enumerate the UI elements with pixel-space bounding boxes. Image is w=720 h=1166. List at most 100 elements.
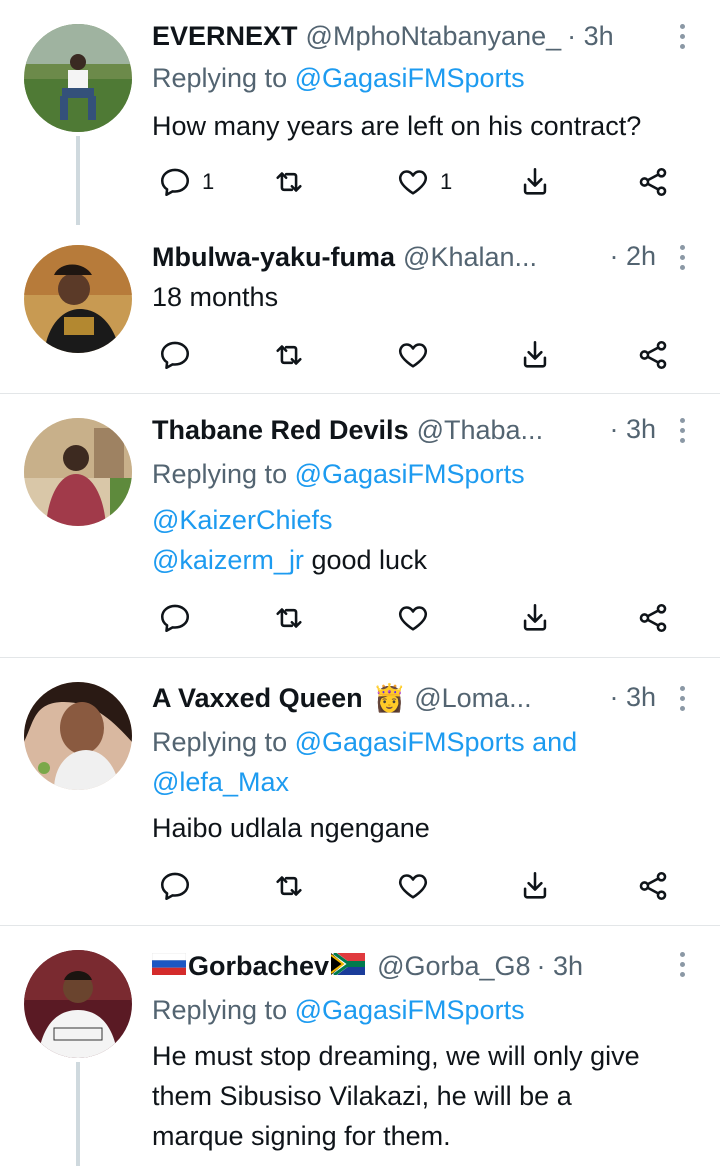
tweet[interactable]: Thabane Red Devils @Thaba... · 3h Replyi… (0, 394, 720, 658)
download-button[interactable] (518, 866, 552, 906)
thread-line (76, 1062, 80, 1166)
more-icon[interactable] (680, 245, 686, 275)
mention-link[interactable]: @GagasiFMSports (295, 459, 525, 489)
avatar[interactable] (24, 418, 132, 526)
timestamp[interactable]: · 3h (537, 951, 584, 982)
display-name[interactable]: Thabane Red Devils (152, 415, 409, 446)
retweet-button[interactable] (272, 335, 306, 375)
timestamp[interactable]: · 2h (609, 241, 656, 272)
more-icon[interactable] (680, 24, 686, 54)
avatar[interactable] (24, 950, 132, 1058)
user-handle[interactable]: @Loma... (414, 683, 531, 714)
tweet-header: EVERNEXT @MphoNtabanyane_ · 3h (152, 16, 680, 56)
download-button[interactable] (518, 598, 552, 638)
tweet[interactable]: EVERNEXT @MphoNtabanyane_ · 3h Replying … (0, 0, 720, 225)
like-button[interactable]: 1 (396, 162, 452, 202)
download-button[interactable] (518, 162, 552, 202)
like-icon (398, 343, 428, 368)
more-icon[interactable] (680, 418, 686, 448)
action-bar: 1 1 (152, 162, 692, 202)
like-button[interactable] (396, 598, 430, 638)
display-name[interactable]: Mbulwa-yaku-fuma (152, 242, 395, 273)
timestamp[interactable]: · 3h (567, 21, 614, 52)
mention-link[interactable]: @kaizerm_jr (152, 545, 304, 575)
share-button[interactable] (636, 162, 670, 202)
reply-button[interactable] (158, 598, 192, 638)
retweet-button[interactable] (272, 866, 306, 906)
user-handle[interactable]: @Gorba_G8 (377, 951, 530, 982)
display-name[interactable]: EVERNEXT (152, 21, 298, 52)
mention-link[interactable]: @GagasiFMSports (295, 995, 525, 1025)
action-bar (152, 598, 692, 638)
reply-button[interactable] (158, 335, 192, 375)
retweet-button[interactable] (272, 598, 306, 638)
tweet-header: A Vaxxed Queen 👸 @Loma... (152, 678, 680, 718)
reply-button[interactable] (158, 866, 192, 906)
tweet-text: Haibo udlala ngengane (152, 813, 430, 843)
share-button[interactable] (636, 335, 670, 375)
retweet-icon (276, 608, 302, 628)
avatar[interactable] (24, 24, 132, 132)
replying-label: Replying to (152, 995, 295, 1025)
more-icon[interactable] (680, 686, 686, 716)
replying-to: Replying to @GagasiFMSports (152, 58, 700, 98)
replying-label: Replying to (152, 459, 295, 489)
replying-to: Replying to @GagasiFMSports (152, 990, 700, 1030)
mention-link[interactable]: @lefa_Max (152, 762, 700, 802)
download-icon (523, 603, 547, 631)
tweet-text: @kaizerm_jr good luck (152, 540, 700, 580)
replying-and: and (524, 727, 578, 757)
retweet-icon (276, 345, 302, 365)
like-count: 1 (440, 169, 453, 194)
mention-link[interactable]: @GagasiFMSports (295, 63, 525, 93)
tweet[interactable]: Mbulwa-yaku-fuma @Khalan... · 2h 18 mont… (0, 225, 720, 394)
download-icon (523, 871, 547, 899)
share-icon (639, 871, 667, 901)
russia-flag-icon (151, 951, 187, 982)
retweet-icon (276, 876, 302, 896)
retweet-button[interactable] (272, 162, 306, 202)
user-handle[interactable]: @Thaba... (417, 415, 543, 446)
like-button[interactable] (396, 335, 430, 375)
like-button[interactable] (396, 866, 430, 906)
tweet-text-line: them Sibusiso Vilakazi, he will be a (152, 1081, 572, 1111)
tweet-text-line: He must stop dreaming, we will only give (152, 1041, 640, 1071)
reply-icon (160, 872, 190, 901)
avatar[interactable] (24, 245, 132, 353)
replying-to: Replying to @GagasiFMSports and (152, 722, 700, 762)
download-button[interactable] (518, 335, 552, 375)
tweet-text: How many years are left on his contract? (152, 111, 642, 141)
replying-to: Replying to @GagasiFMSports (152, 454, 700, 494)
user-handle[interactable]: @Khalan... (403, 242, 537, 273)
reply-button[interactable]: 1 (158, 162, 214, 202)
reply-icon (160, 341, 190, 370)
replying-label: Replying to (152, 63, 295, 93)
timestamp[interactable]: · 3h (609, 682, 656, 713)
replying-label: Replying to (152, 727, 295, 757)
avatar[interactable] (24, 682, 132, 790)
mention-link[interactable]: @GagasiFMSports (295, 727, 525, 757)
tweet-text-line: marque signing for them. (152, 1121, 451, 1151)
more-icon[interactable] (680, 952, 686, 982)
thread-line (76, 136, 80, 225)
share-button[interactable] (636, 598, 670, 638)
like-icon (398, 874, 428, 899)
share-icon (639, 340, 667, 370)
tweet[interactable]: Gorbachev @Gorba_G8 · 3h Replying to @Ga… (0, 926, 720, 1166)
mention-link[interactable]: @KaizerChiefs (152, 500, 700, 540)
display-name[interactable]: Gorbachev (188, 951, 329, 982)
tweet-text: 18 months (152, 282, 279, 312)
tweet[interactable]: A Vaxxed Queen 👸 @Loma... · 3h Replying … (0, 658, 720, 926)
download-icon (523, 167, 547, 195)
retweet-icon (276, 172, 302, 192)
tweet-header: Mbulwa-yaku-fuma @Khalan... (152, 237, 680, 277)
like-icon (398, 170, 428, 195)
action-bar (152, 335, 692, 375)
share-button[interactable] (636, 866, 670, 906)
timestamp[interactable]: · 3h (609, 414, 656, 445)
tweet-header: Thabane Red Devils @Thaba... (152, 410, 680, 450)
display-name[interactable]: A Vaxxed Queen (152, 683, 363, 714)
user-handle[interactable]: @MphoNtabanyane_ (306, 21, 562, 52)
download-icon (523, 340, 547, 368)
crown-emoji: 👸 (372, 683, 407, 713)
